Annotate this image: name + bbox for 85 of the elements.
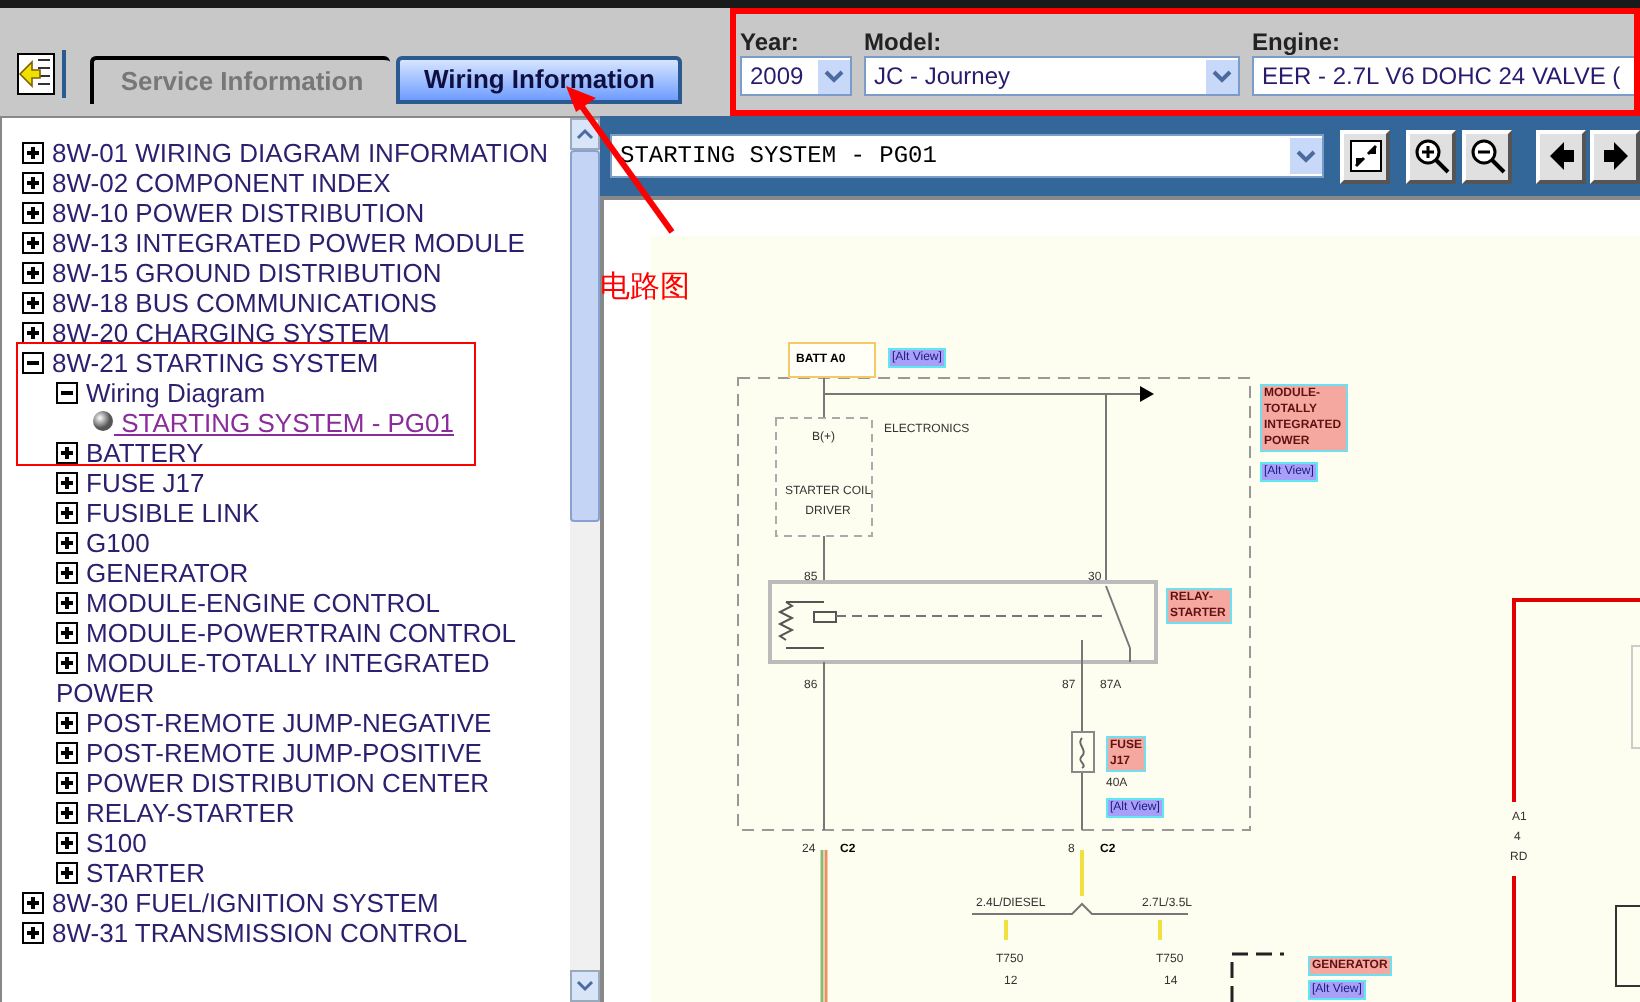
expand-icon[interactable] <box>22 202 44 224</box>
expand-icon[interactable] <box>56 652 78 674</box>
fit-icon <box>1349 140 1381 172</box>
tree-item[interactable]: RELAY-STARTER <box>2 798 558 828</box>
tree-item[interactable]: FUSIBLE LINK <box>2 498 558 528</box>
expand-icon[interactable] <box>56 562 78 584</box>
tree-item[interactable]: 8W-13 INTEGRATED POWER MODULE <box>2 228 558 258</box>
tree-item[interactable]: BATTERY <box>2 438 558 468</box>
zoom-out-icon <box>1469 138 1505 174</box>
expand-icon[interactable] <box>56 742 78 764</box>
exit-icon[interactable] <box>16 52 56 96</box>
zoom-in-button[interactable] <box>1406 129 1456 183</box>
expand-icon[interactable] <box>22 892 44 914</box>
tree-item[interactable]: MODULE-TOTALLY INTEGRATED POWER <box>2 648 558 708</box>
field-label: Model: <box>864 28 944 56</box>
dropdown[interactable]: JC - Journey <box>864 56 1240 96</box>
expand-icon[interactable] <box>22 232 44 254</box>
zoom-in-icon <box>1413 138 1449 174</box>
zoom-out-button[interactable] <box>1462 129 1512 183</box>
tree-item[interactable]: GENERATOR <box>2 558 558 588</box>
arrow-right-icon <box>1603 142 1627 170</box>
expand-icon[interactable] <box>56 532 78 554</box>
bulb-icon <box>92 410 114 432</box>
tree-item[interactable]: 8W-18 BUS COMMUNICATIONS <box>2 288 558 318</box>
fit-button[interactable] <box>1340 129 1390 183</box>
page-dropdown[interactable]: STARTING SYSTEM - PG01 <box>610 134 1324 178</box>
expand-icon[interactable] <box>56 862 78 884</box>
dropdown-value: JC - Journey <box>874 60 1013 94</box>
expand-icon[interactable] <box>56 472 78 494</box>
dropdown[interactable]: 2009 <box>740 56 852 96</box>
collapse-icon[interactable] <box>56 382 78 404</box>
expand-icon[interactable] <box>22 922 44 944</box>
expand-icon[interactable] <box>22 262 44 284</box>
chevron-down-icon <box>576 980 594 992</box>
previous-button[interactable] <box>1536 129 1586 183</box>
chevron-up-icon <box>576 128 594 140</box>
field-label: Year: <box>740 28 801 56</box>
expand-icon[interactable] <box>56 502 78 524</box>
expand-icon[interactable] <box>56 802 78 824</box>
tree-item[interactable]: 8W-31 TRANSMISSION CONTROL <box>2 918 558 948</box>
chevron-down-icon <box>1290 138 1322 174</box>
scrollbar-thumb[interactable] <box>570 150 600 522</box>
dropdown-value: 2009 <box>750 60 806 94</box>
tree-item[interactable]: 8W-15 GROUND DISTRIBUTION <box>2 258 558 288</box>
expand-icon[interactable] <box>56 832 78 854</box>
tree-item[interactable]: 8W-01 WIRING DIAGRAM INFORMATION <box>2 138 558 168</box>
tree-item[interactable]: POST-REMOTE JUMP-POSITIVE <box>2 738 558 768</box>
scroll-up-button[interactable] <box>570 118 600 150</box>
expand-icon[interactable] <box>22 172 44 194</box>
field-label: Engine: <box>1252 28 1342 56</box>
tree-item[interactable]: POWER DISTRIBUTION CENTER <box>2 768 558 798</box>
expand-icon[interactable] <box>56 772 78 794</box>
tree-item[interactable]: 8W-10 POWER DISTRIBUTION <box>2 198 558 228</box>
arrow-left-icon <box>1549 142 1573 170</box>
collapse-icon[interactable] <box>22 352 44 374</box>
dropdown-value: STARTING SYSTEM - PG01 <box>620 140 939 174</box>
tree-item[interactable]: 8W-30 FUEL/IGNITION SYSTEM <box>2 888 558 918</box>
tree-item[interactable]: MODULE-ENGINE CONTROL <box>2 588 558 618</box>
tree-link[interactable]: STARTING SYSTEM - PG01 <box>114 408 454 438</box>
annotation-label: 电路图 <box>600 266 690 306</box>
next-button[interactable] <box>1590 129 1640 183</box>
tree-item[interactable]: G100 <box>2 528 558 558</box>
scrollbar[interactable] <box>570 118 600 1002</box>
expand-icon[interactable] <box>22 292 44 314</box>
expand-icon[interactable] <box>22 142 44 164</box>
expand-icon[interactable] <box>22 322 44 344</box>
tree-item[interactable]: S100 <box>2 828 558 858</box>
tree-item[interactable]: 8W-21 STARTING SYSTEM <box>2 348 558 378</box>
chevron-down-icon <box>818 59 850 93</box>
dropdown[interactable]: EER - 2.7L V6 DOHC 24 VALVE ( <box>1252 56 1634 96</box>
dropdown-value: EER - 2.7L V6 DOHC 24 VALVE ( <box>1262 60 1623 94</box>
expand-icon[interactable] <box>56 622 78 644</box>
tree-item[interactable]: Wiring Diagram <box>2 378 558 408</box>
chevron-down-icon <box>1206 59 1238 93</box>
scroll-down-button[interactable] <box>570 970 600 1002</box>
tree-item[interactable]: 8W-02 COMPONENT INDEX <box>2 168 558 198</box>
tree-item[interactable]: STARTER <box>2 858 558 888</box>
tree-item[interactable]: 8W-20 CHARGING SYSTEM <box>2 318 558 348</box>
tree-item[interactable]: MODULE-POWERTRAIN CONTROL <box>2 618 558 648</box>
tree-item[interactable]: FUSE J17 <box>2 468 558 498</box>
tab[interactable]: Wiring Information <box>396 56 683 104</box>
tree-item[interactable]: POST-REMOTE JUMP-NEGATIVE <box>2 708 558 738</box>
expand-icon[interactable] <box>56 712 78 734</box>
expand-icon[interactable] <box>56 442 78 464</box>
expand-icon[interactable] <box>56 592 78 614</box>
